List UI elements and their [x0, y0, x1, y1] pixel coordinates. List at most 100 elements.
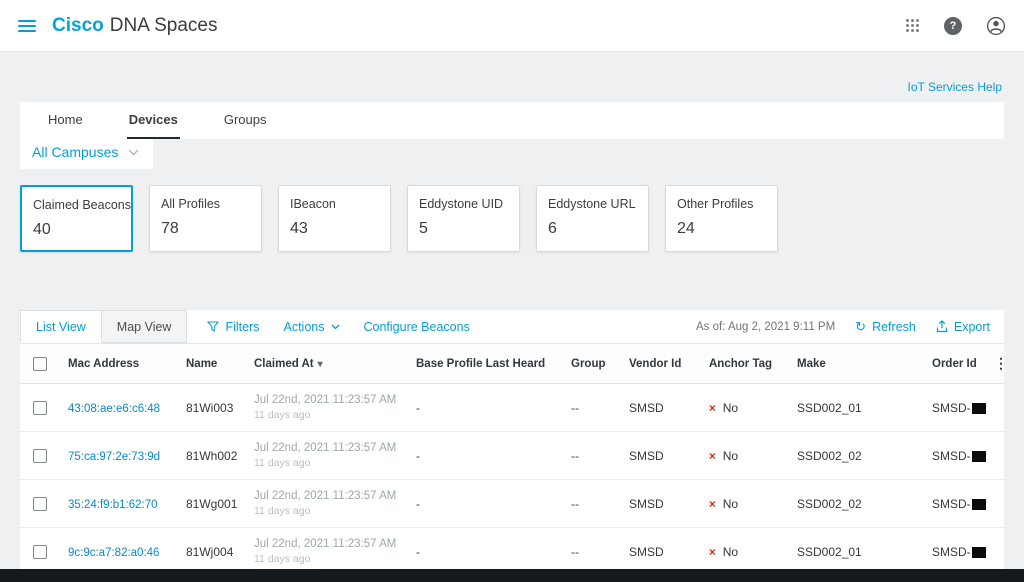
table-header-row: Mac Address Name Claimed At▾ Base Profil… [20, 344, 1004, 384]
map-view-tab[interactable]: Map View [102, 310, 188, 343]
export-icon [936, 320, 948, 333]
row-checkbox[interactable] [33, 497, 47, 511]
device-name: 81Wi003 [186, 401, 233, 415]
make-value: SSD002_02 [797, 497, 862, 511]
vendor-id-value: SMSD [629, 497, 664, 511]
iot-services-help-link[interactable]: IoT Services Help [908, 80, 1002, 94]
cross-icon: × [709, 499, 716, 511]
configure-beacons-button[interactable]: Configure Beacons [364, 320, 470, 334]
table-row: 75:ca:97:2e:73:9d 81Wh002 Jul 22nd, 2021… [20, 432, 1004, 480]
col-base-profile-last-heard: Base Profile Last Heard [408, 344, 563, 384]
card-eddystone-url[interactable]: Eddystone URL 6 [536, 185, 649, 252]
table-toolbar: List View Map View Filters Actions Confi… [20, 310, 1004, 344]
mac-address-link[interactable]: 75:ca:97:2e:73:9d [68, 451, 160, 463]
col-group: Group [563, 344, 621, 384]
col-label: Base Profile Last Heard [416, 358, 545, 370]
make-value: SSD002_01 [797, 401, 862, 415]
redacted-order-id [972, 499, 986, 510]
redacted-order-id [972, 403, 986, 414]
filters-button[interactable]: Filters [207, 320, 259, 334]
hamburger-menu-icon[interactable] [18, 17, 36, 35]
order-id-value: SMSD- [932, 497, 971, 511]
export-label: Export [954, 320, 990, 334]
toolbar-links: Filters Actions Configure Beacons [207, 310, 469, 343]
card-value: 5 [419, 220, 508, 238]
card-value: 78 [161, 220, 250, 238]
row-checkbox[interactable] [33, 401, 47, 415]
tab-home[interactable]: Home [46, 102, 85, 139]
col-label: Vendor Id [629, 358, 681, 370]
col-claimed-at[interactable]: Claimed At▾ [246, 344, 408, 384]
footer-bar [0, 569, 1024, 582]
redacted-order-id [972, 547, 986, 558]
device-name: 81Wj004 [186, 545, 233, 559]
col-label: Group [571, 358, 606, 370]
nav-tabs: Home Devices Groups [20, 102, 1004, 139]
card-label: Eddystone UID [419, 197, 508, 211]
mac-address-link[interactable]: 35:24:f9:b1:62:70 [68, 499, 158, 511]
tab-devices[interactable]: Devices [127, 102, 180, 139]
help-icon[interactable]: ? [944, 17, 962, 35]
card-label: Eddystone URL [548, 197, 637, 211]
col-label: Make [797, 358, 826, 370]
card-label: Other Profiles [677, 197, 766, 211]
tab-groups[interactable]: Groups [222, 102, 269, 139]
base-profile-value: - [416, 497, 420, 511]
col-label: Name [186, 358, 217, 370]
card-all-profiles[interactable]: All Profiles 78 [149, 185, 262, 252]
col-vendor-id: Vendor Id [621, 344, 701, 384]
card-value: 40 [33, 221, 120, 239]
base-profile-value: - [416, 401, 420, 415]
group-value: -- [571, 545, 579, 559]
column-settings-kebab-icon[interactable]: ⋮ [994, 355, 1004, 371]
card-eddystone-uid[interactable]: Eddystone UID 5 [407, 185, 520, 252]
card-label: All Profiles [161, 197, 250, 211]
sort-caret-icon: ▾ [318, 359, 323, 370]
filters-label: Filters [225, 320, 259, 334]
mac-address-link[interactable]: 9c:9c:a7:82:a0:46 [68, 547, 159, 559]
vendor-id-value: SMSD [629, 401, 664, 415]
top-bar: Cisco DNA Spaces ? [0, 0, 1024, 52]
card-claimed-beacons[interactable]: Claimed Beacons 40 [20, 185, 133, 252]
table-row: 43:08:ae:e6:c6:48 81Wi003 Jul 22nd, 2021… [20, 384, 1004, 432]
device-name: 81Wg001 [186, 497, 237, 511]
card-label: Claimed Beacons [33, 198, 120, 212]
claimed-ago: 11 days ago [254, 553, 400, 565]
base-profile-value: - [416, 449, 420, 463]
tab-groups-label: Groups [224, 112, 267, 127]
cross-icon: × [709, 403, 716, 415]
actions-label: Actions [284, 320, 325, 334]
list-view-label: List View [36, 320, 86, 334]
map-view-label: Map View [117, 320, 172, 334]
row-checkbox[interactable] [33, 449, 47, 463]
claimed-ago: 11 days ago [254, 409, 400, 421]
refresh-icon: ↻ [855, 320, 866, 333]
table-row: 35:24:f9:b1:62:70 81Wg001 Jul 22nd, 2021… [20, 480, 1004, 528]
col-anchor-tag: Anchor Tag [701, 344, 789, 384]
anchor-tag-value: No [723, 449, 738, 463]
refresh-button[interactable]: ↻ Refresh [855, 320, 916, 334]
select-all-checkbox[interactable] [33, 357, 47, 371]
toolbar-right: As of: Aug 2, 2021 9:11 PM ↻ Refresh Exp… [696, 310, 1004, 343]
card-ibeacon[interactable]: IBeacon 43 [278, 185, 391, 252]
apps-grid-icon[interactable] [905, 18, 920, 33]
vendor-id-value: SMSD [629, 545, 664, 559]
anchor-tag-value: No [723, 401, 738, 415]
claimed-ago: 11 days ago [254, 457, 400, 469]
group-value: -- [571, 497, 579, 511]
user-avatar-icon[interactable] [986, 16, 1006, 36]
actions-dropdown[interactable]: Actions [284, 320, 340, 334]
help-link-row: IoT Services Help [0, 52, 1024, 98]
row-checkbox[interactable] [33, 545, 47, 559]
group-value: -- [571, 449, 579, 463]
campus-dropdown[interactable]: All Campuses [20, 139, 153, 169]
configure-beacons-label: Configure Beacons [364, 320, 470, 334]
brand-cisco: Cisco [52, 15, 104, 37]
mac-address-link[interactable]: 43:08:ae:e6:c6:48 [68, 403, 160, 415]
export-button[interactable]: Export [936, 320, 990, 334]
card-other-profiles[interactable]: Other Profiles 24 [665, 185, 778, 252]
col-mac-address: Mac Address [60, 344, 178, 384]
brand-logo: Cisco DNA Spaces [52, 15, 217, 37]
card-value: 6 [548, 220, 637, 238]
list-view-tab[interactable]: List View [20, 310, 102, 343]
